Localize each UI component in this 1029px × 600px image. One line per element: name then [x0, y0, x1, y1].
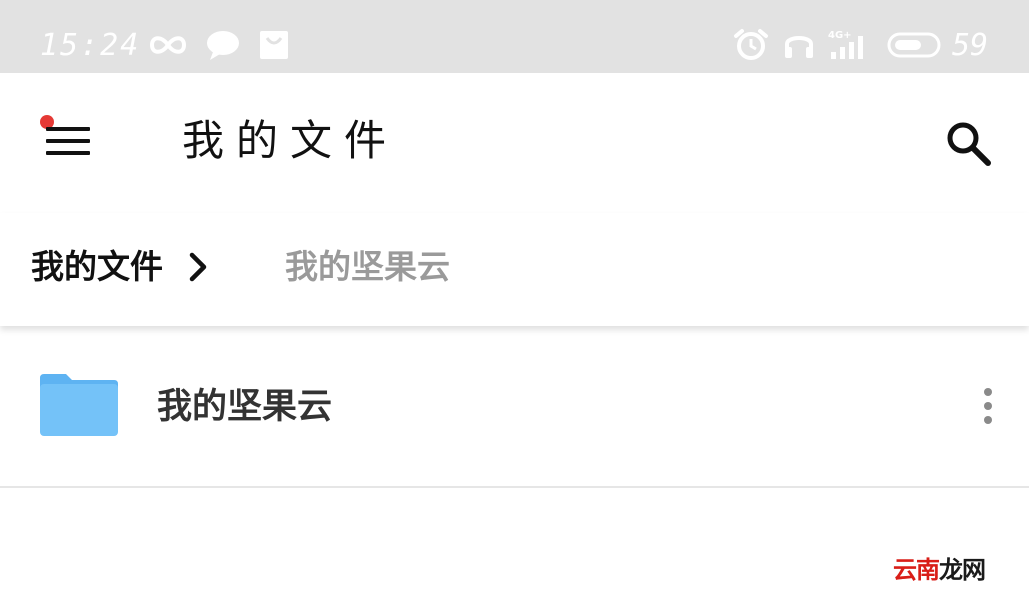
alarm-icon [734, 29, 768, 60]
search-button[interactable] [938, 113, 998, 173]
app-bar: 我的文件 [0, 73, 1029, 213]
bag-icon [260, 31, 288, 59]
status-bar: 15:24 4G+ 59 [0, 0, 1029, 73]
watermark: 云南龙网 [893, 553, 986, 587]
chevron-right-icon [189, 252, 207, 282]
search-icon [947, 122, 991, 166]
page-title: 我的文件 [182, 116, 399, 165]
infinity-icon [149, 36, 187, 54]
hamburger-menu-icon [46, 127, 90, 131]
hamburger-menu-icon-bar [46, 151, 90, 155]
breadcrumb-item-jianguoyun[interactable]: 我的坚果云 [285, 245, 450, 289]
more-vertical-icon-dot [984, 402, 992, 410]
hamburger-menu-icon-bar [46, 139, 90, 143]
svg-text:4G+: 4G+ [828, 30, 852, 41]
battery-level-text: 59 [952, 28, 989, 63]
breadcrumb-item-my-files[interactable]: 我的文件 [31, 245, 163, 289]
breadcrumb: 我的文件 我的坚果云 [0, 213, 1029, 326]
signal-4g-icon: 4G+ [828, 30, 863, 59]
watermark-part-2: 龙网 [939, 556, 986, 584]
more-vertical-icon [984, 388, 992, 396]
battery-icon [887, 32, 941, 58]
status-time: 15:24 [40, 28, 141, 63]
file-name: 我的坚果云 [157, 387, 333, 427]
menu-button[interactable] [36, 113, 100, 169]
watermark-part-1: 云南 [893, 556, 940, 584]
file-list: 我的坚果云 [0, 326, 1029, 488]
list-item[interactable]: 我的坚果云 [0, 326, 1029, 488]
folder-icon [40, 374, 118, 436]
headphones-icon [785, 36, 813, 58]
more-vertical-icon-dot [984, 416, 992, 424]
more-options-button[interactable] [970, 384, 1006, 428]
chat-bubble-icon [207, 31, 239, 60]
